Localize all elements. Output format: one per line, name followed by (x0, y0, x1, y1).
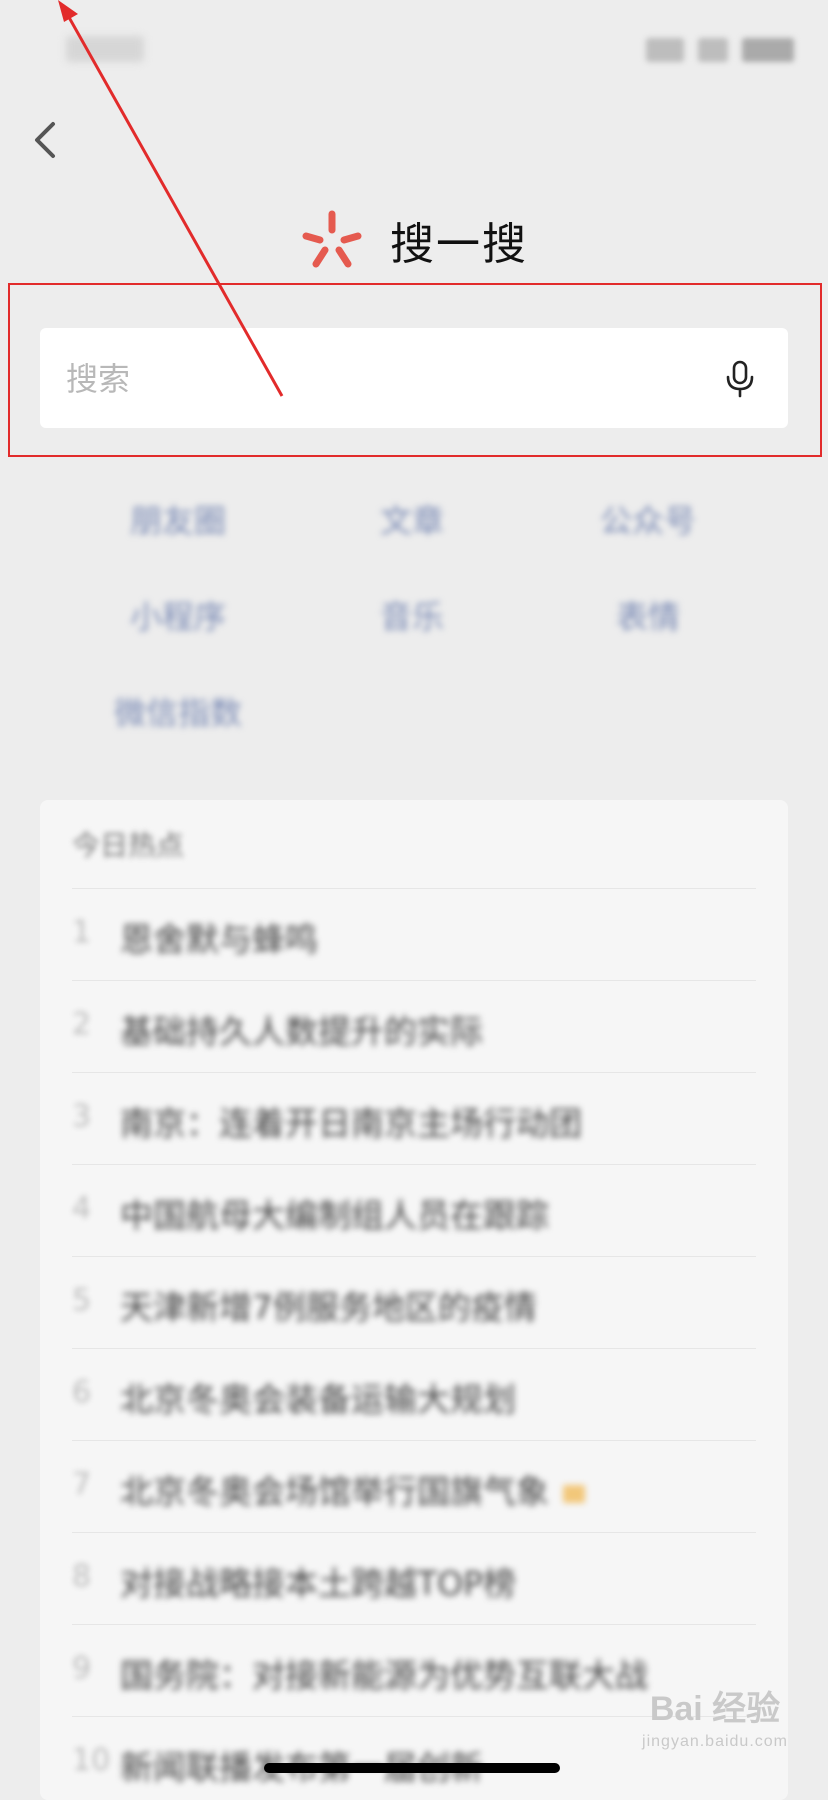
trending-text: 北京冬奥会场馆举行国旗气象 (120, 1465, 585, 1513)
category-official-accounts[interactable]: 公众号 (600, 496, 696, 542)
trending-text: 中国航母大编制组人员在跟踪 (120, 1196, 549, 1235)
status-icons (646, 38, 796, 62)
trending-item[interactable]: 8 对接战略接本土跨越TOP榜 (72, 1532, 756, 1624)
page-header: 搜一搜 (0, 200, 828, 280)
trending-card: 今日热点 1 恩舍默与蜂鸣 2 基础持久人数提升的实际 3 南京：连着开日南京主… (40, 800, 788, 1800)
trending-text: 基础持久人数提升的实际 (120, 1012, 483, 1051)
trending-rank: 10 (72, 1743, 111, 1778)
category-mini-programs[interactable]: 小程序 (130, 592, 226, 638)
trending-item[interactable]: 2 基础持久人数提升的实际 (72, 980, 756, 1072)
page-title: 搜一搜 (390, 219, 528, 270)
baidu-watermark: Bai 经验 jingyan.baidu.com (642, 1692, 788, 1750)
status-bar (0, 0, 828, 100)
trending-rank: 7 (72, 1467, 92, 1502)
trending-text: 恩舍默与蜂鸣 (120, 920, 318, 959)
signal-icon (646, 38, 684, 62)
trending-text: 对接战略接本土跨越TOP榜 (120, 1564, 517, 1603)
trending-text: 北京冬奥会装备运输大规划 (120, 1380, 516, 1419)
category-moments[interactable]: 朋友圈 (130, 496, 226, 542)
trending-item[interactable]: 3 南京：连着开日南京主场行动团 (72, 1072, 756, 1164)
sparkle-logo-icon (302, 210, 362, 268)
trending-rank: 6 (72, 1375, 92, 1410)
trending-rank: 1 (72, 915, 92, 950)
battery-icon (742, 38, 794, 62)
status-time (66, 36, 144, 62)
chevron-left-icon (35, 122, 55, 158)
search-bar[interactable] (40, 328, 788, 430)
search-input[interactable] (64, 328, 688, 430)
trending-item[interactable]: 5 天津新增7例服务地区的疫情 (72, 1256, 756, 1348)
trending-rank: 9 (72, 1651, 92, 1686)
trending-text-label: 北京冬奥会场馆举行国旗气象 (120, 1472, 549, 1511)
category-stickers[interactable]: 表情 (616, 592, 680, 638)
trending-item[interactable]: 1 恩舍默与蜂鸣 (72, 888, 756, 980)
wifi-icon (698, 38, 728, 62)
category-articles[interactable]: 文章 (380, 496, 444, 542)
trending-rank: 4 (72, 1191, 92, 1226)
trending-text: 天津新增7例服务地区的疫情 (120, 1288, 537, 1327)
trending-title: 今日热点 (72, 829, 185, 862)
trending-item[interactable]: 6 北京冬奥会装备运输大规划 (72, 1348, 756, 1440)
microphone-icon[interactable] (720, 358, 760, 398)
trending-text: 南京：连着开日南京主场行动团 (120, 1104, 582, 1143)
watermark-site: jingyan.baidu.com (642, 1733, 788, 1750)
trending-rank: 8 (72, 1559, 92, 1594)
trending-rank: 2 (72, 1007, 92, 1042)
watermark-brand: Bai 经验 (649, 1690, 781, 1728)
trending-text: 国务院：对接新能源为优势互联大战 (120, 1656, 648, 1695)
back-button[interactable] (24, 110, 64, 170)
home-indicator (264, 1763, 560, 1773)
hot-badge-icon (563, 1484, 585, 1503)
category-music[interactable]: 音乐 (380, 592, 444, 638)
trending-item[interactable]: 7 北京冬奥会场馆举行国旗气象 (72, 1440, 756, 1532)
category-wechat-index[interactable]: 微信指数 (114, 688, 242, 734)
trending-rank: 5 (72, 1283, 92, 1318)
trending-rank: 3 (72, 1099, 92, 1134)
trending-item[interactable]: 4 中国航母大编制组人员在跟踪 (72, 1164, 756, 1256)
